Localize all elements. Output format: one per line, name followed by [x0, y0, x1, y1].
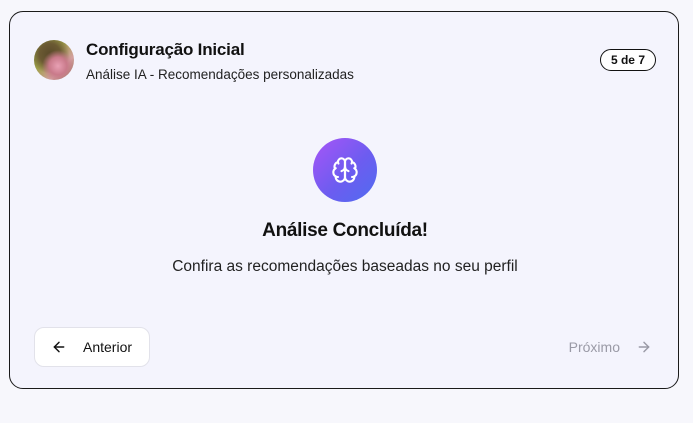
- step-badge: 5 de 7: [599, 49, 656, 71]
- user-avatar: [34, 40, 74, 80]
- previous-button[interactable]: Anterior: [34, 327, 150, 367]
- next-button[interactable]: Próximo: [569, 327, 652, 367]
- next-button-label: Próximo: [568, 339, 620, 355]
- previous-button-label: Anterior: [83, 339, 133, 355]
- onboarding-card: Configuração Inicial Análise IA - Recome…: [9, 11, 679, 389]
- brain-icon: [332, 157, 358, 183]
- page-title: Configuração Inicial: [86, 40, 245, 59]
- arrow-left-icon: [51, 339, 67, 355]
- arrow-right-icon: [636, 339, 652, 355]
- page-subtitle: Análise IA - Recomendações personalizada…: [86, 67, 354, 82]
- brain-icon-badge: [313, 138, 377, 202]
- completion-heading: Análise Concluída!: [262, 220, 428, 241]
- completion-description: Confira as recomendações baseadas no seu…: [172, 258, 518, 275]
